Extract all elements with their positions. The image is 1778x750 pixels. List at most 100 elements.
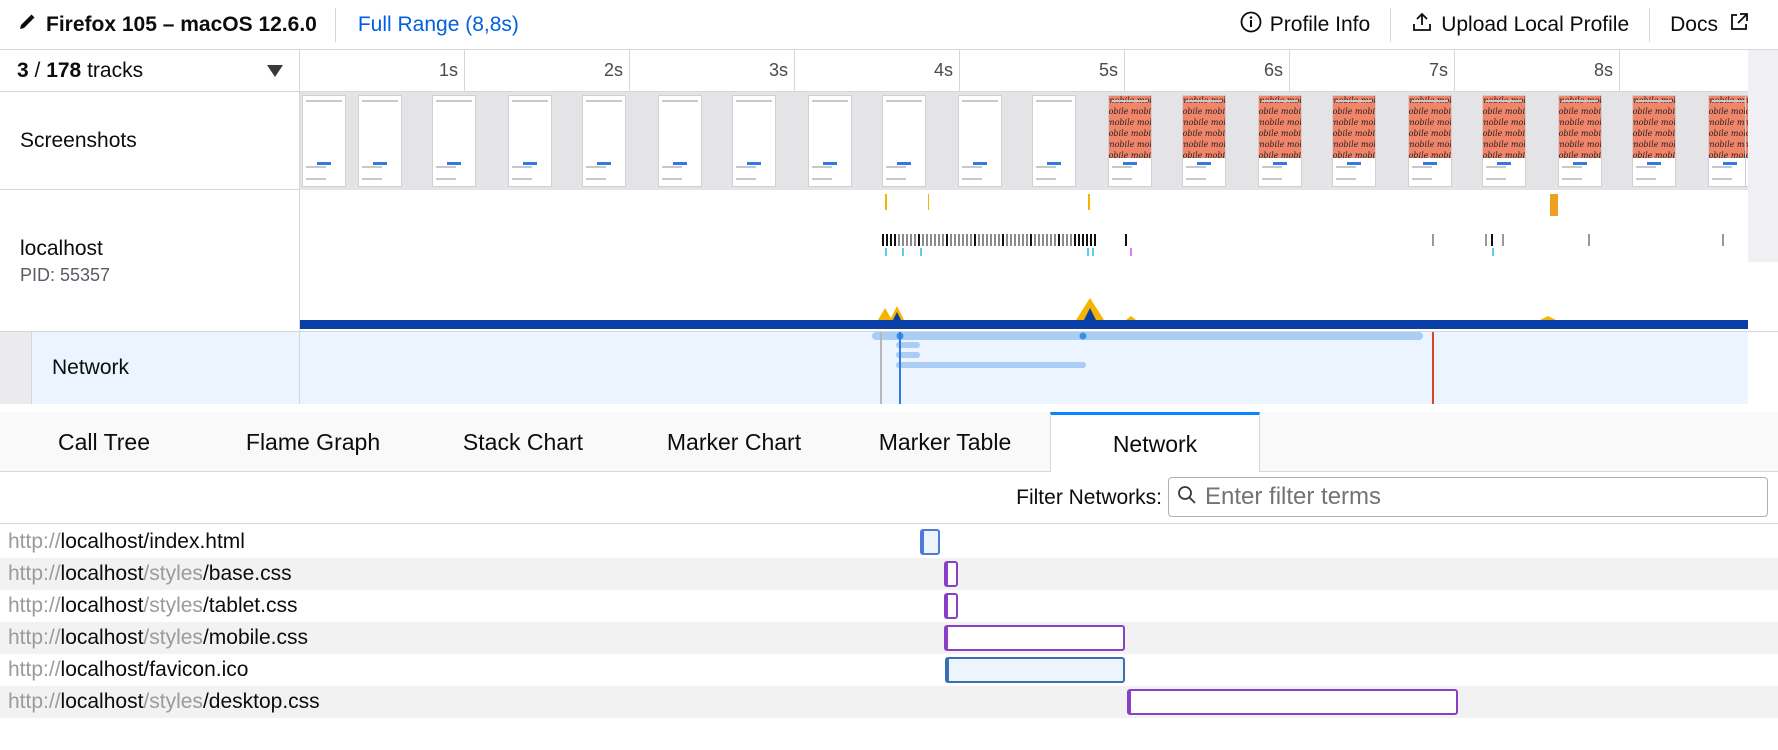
network-request-row[interactable]: http://localhost/styles/desktop.css bbox=[0, 686, 1778, 718]
screenshot-line bbox=[962, 166, 982, 168]
screenshot-thumbnail[interactable] bbox=[658, 95, 702, 187]
network-track-graph[interactable] bbox=[300, 332, 1748, 404]
process-activity-graph[interactable] bbox=[300, 190, 1748, 332]
request-timing-bar[interactable] bbox=[943, 593, 959, 619]
network-request-row[interactable]: http://localhost/favicon.ico bbox=[0, 654, 1778, 686]
tab-stack-chart[interactable]: Stack Chart bbox=[418, 412, 628, 472]
filter-networks-label: Filter Networks: bbox=[1016, 486, 1162, 509]
sample-tick bbox=[1062, 234, 1064, 246]
timeline-scrollbar[interactable] bbox=[1748, 50, 1778, 262]
screenshot-thumbnail[interactable] bbox=[432, 95, 476, 187]
filter-input[interactable] bbox=[1205, 483, 1745, 511]
category-tick bbox=[1492, 248, 1494, 256]
screenshot-thumbnail[interactable] bbox=[582, 95, 626, 187]
screenshot-thumbnail[interactable]: mobile mobile mobile mobile mobile mobile m… bbox=[1332, 95, 1376, 187]
full-range-breadcrumb[interactable]: Full Range (8,8s) bbox=[358, 13, 519, 37]
network-track-label[interactable]: Network bbox=[32, 332, 300, 404]
sample-tick bbox=[1070, 234, 1072, 246]
screenshot-thumbnail[interactable] bbox=[358, 95, 402, 187]
process-track-label[interactable]: localhost PID: 55357 bbox=[0, 190, 300, 332]
screenshot-thumbnail[interactable]: mobile mobile mobile mobile mobile mobile m… bbox=[1482, 95, 1526, 187]
total-track-count: 178 bbox=[46, 59, 82, 82]
tab-network[interactable]: Network bbox=[1050, 412, 1260, 473]
network-request-row[interactable]: http://localhost/styles/base.css bbox=[0, 558, 1778, 590]
screenshot-thumbnail[interactable]: mobile mobile mobile mobile mobile mobile m… bbox=[1258, 95, 1302, 187]
sample-tick bbox=[1034, 234, 1036, 246]
sample-tick bbox=[994, 234, 996, 246]
screenshot-line bbox=[1486, 178, 1506, 180]
network-request-row[interactable]: http://localhost/styles/mobile.css bbox=[0, 622, 1778, 654]
tab-marker-chart[interactable]: Marker Chart bbox=[628, 412, 840, 472]
screenshot-line bbox=[1262, 166, 1282, 168]
profile-info-button[interactable]: Profile Info bbox=[1220, 8, 1390, 42]
network-request-row[interactable]: http://localhost/styles/tablet.css bbox=[0, 590, 1778, 622]
docs-link[interactable]: Docs bbox=[1650, 8, 1778, 42]
sample-tick bbox=[1054, 234, 1056, 246]
sample-tick bbox=[1078, 234, 1080, 246]
sample-tick bbox=[1066, 234, 1068, 246]
category-tick bbox=[1130, 248, 1132, 256]
screenshot-line bbox=[662, 178, 682, 180]
filter-search-box[interactable] bbox=[1168, 477, 1768, 517]
sample-tick bbox=[998, 234, 1000, 246]
screenshot-thumbnail[interactable] bbox=[732, 95, 776, 187]
url-host: localhost bbox=[60, 658, 144, 681]
screenshot-thumbnail[interactable] bbox=[958, 95, 1002, 187]
time-ruler: 1s 2s 3s 4s 5s 6s 7s 8s bbox=[300, 50, 1778, 92]
screenshots-track[interactable]: Screenshots mobile mobilemobile mobilemo… bbox=[0, 92, 1778, 190]
screenshot-thumbnail[interactable]: mobile mobile mobile mobile mobile mobile m… bbox=[1558, 95, 1602, 187]
request-timing-bar[interactable] bbox=[943, 561, 959, 587]
screenshot-thumbnail[interactable] bbox=[808, 95, 852, 187]
url-host: localhost bbox=[60, 562, 144, 585]
url-scheme: http:// bbox=[8, 626, 61, 649]
url-file: /base.css bbox=[202, 562, 292, 585]
track-count-word: tracks bbox=[81, 59, 144, 82]
profile-name-button[interactable]: Firefox 105 – macOS 12.6.0 bbox=[0, 7, 336, 42]
screenshot-line bbox=[812, 166, 832, 168]
screenshot-button bbox=[823, 162, 837, 165]
screenshot-line bbox=[1412, 100, 1448, 102]
upload-local-profile-button[interactable]: Upload Local Profile bbox=[1391, 8, 1649, 42]
screenshot-thumbnail[interactable] bbox=[302, 95, 346, 187]
tab-flame-graph[interactable]: Flame Graph bbox=[208, 412, 418, 472]
network-dot bbox=[1079, 332, 1087, 340]
request-timing-bar[interactable] bbox=[943, 625, 1125, 651]
screenshot-thumbnail[interactable] bbox=[882, 95, 926, 187]
screenshot-strip[interactable]: mobile mobile mobile mobile mobile mobile m… bbox=[300, 92, 1778, 190]
url-scheme: http:// bbox=[8, 658, 61, 681]
screenshot-line bbox=[512, 100, 548, 102]
tab-call-tree[interactable]: Call Tree bbox=[0, 412, 208, 472]
profile-name: Firefox 105 – macOS 12.6.0 bbox=[46, 12, 317, 36]
screenshot-text: mobile mobile bbox=[1108, 140, 1151, 149]
request-timing-bar[interactable] bbox=[1126, 689, 1459, 715]
request-timing-bar[interactable] bbox=[945, 657, 1125, 683]
tab-marker-table[interactable]: Marker Table bbox=[840, 412, 1050, 472]
network-filter-bar: Filter Networks: bbox=[0, 472, 1778, 524]
screenshot-thumbnail[interactable] bbox=[508, 95, 552, 187]
screenshot-line bbox=[1636, 178, 1656, 180]
screenshot-line bbox=[1186, 178, 1206, 180]
sample-tick bbox=[986, 234, 988, 246]
request-url: http://localhost/index.html bbox=[8, 530, 245, 554]
screenshot-button bbox=[1273, 162, 1287, 165]
screenshot-line bbox=[1186, 100, 1222, 102]
screenshot-thumbnail[interactable]: mobile mobile mobile mobile mobile mobile m… bbox=[1408, 95, 1452, 187]
track-count-button[interactable]: 3 / 178 tracks bbox=[0, 50, 300, 92]
process-pid: PID: 55357 bbox=[20, 264, 111, 285]
screenshots-track-label[interactable]: Screenshots bbox=[0, 92, 300, 190]
screenshot-line bbox=[812, 178, 832, 180]
network-request-row[interactable]: http://localhost/index.html bbox=[0, 526, 1778, 558]
request-timing-bar[interactable] bbox=[920, 529, 941, 555]
screenshot-line bbox=[586, 178, 606, 180]
screenshot-text: mobile mobile bbox=[1182, 118, 1225, 127]
screenshot-text: mobile mobile bbox=[1408, 129, 1451, 138]
screenshot-line bbox=[1112, 166, 1132, 168]
screenshot-thumbnail[interactable] bbox=[1032, 95, 1076, 187]
cpu-peak bbox=[1540, 316, 1556, 320]
network-track[interactable]: Network bbox=[0, 332, 1748, 404]
process-track[interactable]: localhost PID: 55357 bbox=[0, 190, 1778, 332]
screenshot-thumbnail[interactable]: mobile mobile mobile mobile mobile mobile m… bbox=[1182, 95, 1226, 187]
screenshot-thumbnail[interactable]: mobile mobile mobile mobile mobile mobile m… bbox=[1108, 95, 1152, 187]
screenshot-thumbnail[interactable]: mobile mobile mobile mobile mobile mobile m… bbox=[1632, 95, 1676, 187]
url-host: localhost bbox=[60, 626, 144, 649]
